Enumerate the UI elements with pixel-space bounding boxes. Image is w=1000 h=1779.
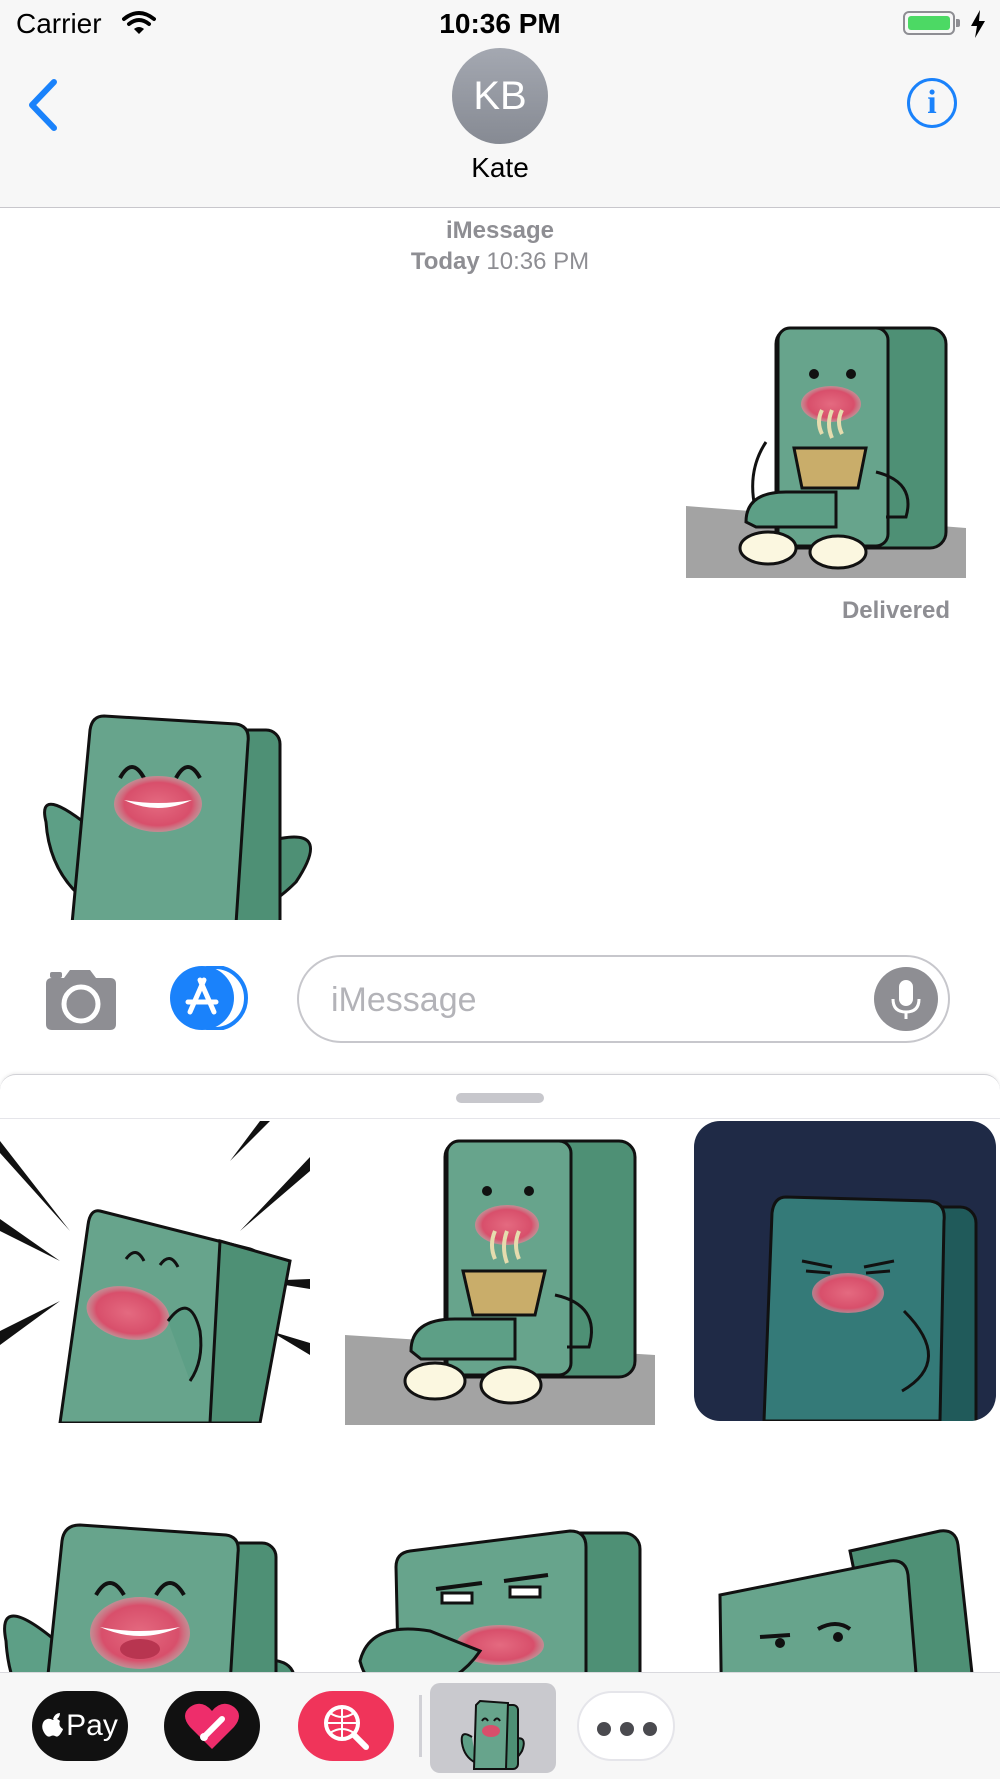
apple-logo-icon [42,1713,64,1737]
sticker-tile[interactable] [0,1121,310,1423]
status-bar: Carrier 10:36 PM [0,0,1000,48]
more-dot-icon [597,1722,611,1736]
dictation-button[interactable] [874,967,938,1031]
message-input-container[interactable] [297,955,950,1043]
chevron-left-icon [29,79,57,131]
charging-bolt-icon [971,10,985,38]
more-dot-icon [620,1722,634,1736]
smug-night-sticker-image [762,1195,978,1421]
camera-icon [46,970,116,1030]
sticker-character-icon [460,1699,525,1770]
date-label: Today [410,248,480,275]
apple-pay-app-button[interactable]: Pay [32,1691,128,1761]
contact-avatar[interactable]: KB [452,48,548,144]
app-store-button[interactable] [170,965,254,1031]
surprised-lips-sticker-image [0,1121,310,1423]
image-search-app-button[interactable] [298,1691,394,1761]
sticker-tile[interactable] [694,1121,996,1421]
sticker-tile[interactable] [345,1135,655,1425]
info-icon: i [927,84,937,121]
delivered-status: Delivered [841,597,950,624]
sticker-pack-app-button[interactable] [430,1683,556,1773]
back-button[interactable] [26,78,60,137]
time-label: 10:36 PM [486,248,590,275]
contact-name[interactable]: Kate [0,152,1000,184]
microphone-icon [891,980,921,1019]
received-sticker[interactable] [36,712,316,942]
info-button[interactable]: i [907,78,957,128]
apple-pay-label: Pay [66,1709,118,1742]
heart-icon [185,1703,239,1749]
service-label: iMessage [445,217,555,244]
digital-touch-app-button[interactable] [164,1691,260,1761]
camera-button[interactable] [40,968,120,1037]
drawer-grabber[interactable] [456,1093,544,1103]
app-store-icon [170,965,248,1031]
battery-icon [903,11,960,35]
sent-sticker[interactable] [686,322,966,582]
more-dot-icon [643,1722,657,1736]
eating-noodles-sticker-image [686,326,966,578]
globe-search-icon [324,1705,369,1750]
more-apps-button[interactable] [577,1691,675,1761]
message-timestamp: Today 10:36 PM [0,248,1000,276]
status-time: 10:36 PM [439,8,561,39]
strip-divider [419,1695,422,1757]
laughing-sticker-image [43,714,313,942]
drawer-divider [0,1118,1000,1119]
eating-noodles-sticker-image [345,1139,655,1425]
imessage-app-strip: Pay [0,1672,1000,1779]
message-input[interactable] [329,975,853,1025]
